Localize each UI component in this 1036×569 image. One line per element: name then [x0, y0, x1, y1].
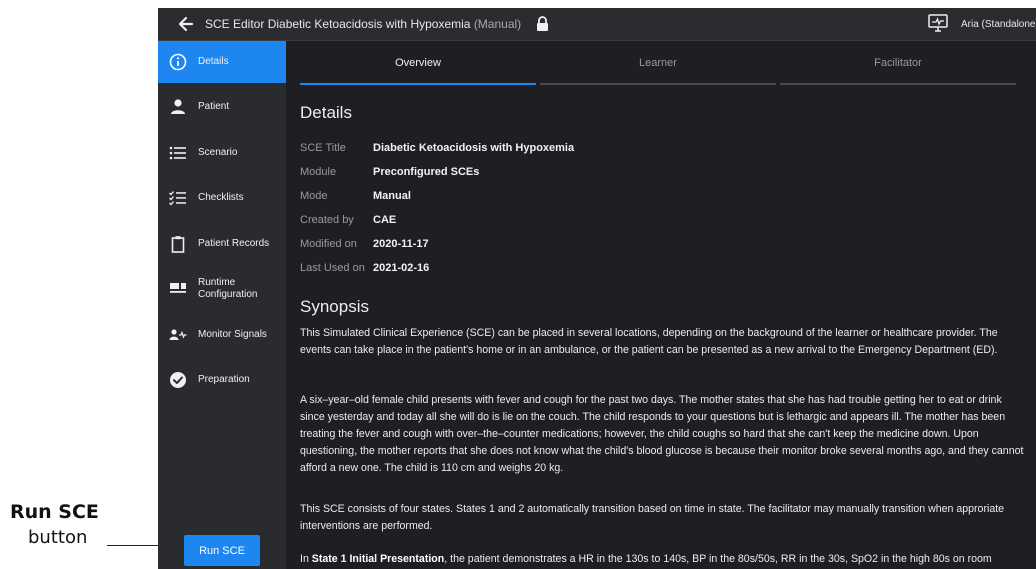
info-icon — [169, 53, 187, 71]
synopsis-heading: Synopsis — [300, 297, 369, 316]
sidebar-item-label: Details — [198, 56, 229, 67]
monitor-icon[interactable] — [928, 14, 948, 32]
details-heading: Details — [300, 103, 352, 122]
tab-underline — [300, 83, 536, 85]
tab-overview[interactable]: Overview — [300, 41, 536, 85]
sidebar-item-label: Runtime Configuration — [198, 277, 258, 300]
tab-label: Facilitator — [874, 57, 922, 69]
sidebar-item-scenario[interactable]: Scenario — [158, 132, 286, 174]
mode-label: (Manual) — [473, 17, 522, 31]
editor-label: SCE Editor — [205, 17, 265, 31]
back-arrow-icon[interactable] — [176, 14, 196, 34]
detail-value: Preconfigured SCEs — [373, 166, 480, 178]
sidebar-item-patient[interactable]: Patient — [158, 86, 286, 128]
detail-key: Created by — [300, 214, 354, 226]
tab-learner[interactable]: Learner — [540, 41, 776, 85]
sidebar-item-checklists[interactable]: Checklists — [158, 177, 286, 219]
sce-title: Diabetic Ketoacidosis with Hypoxemia — [267, 17, 471, 31]
checklist-icon — [169, 191, 186, 206]
detail-row-last-used-on: Last Used on 2021-02-16 — [300, 262, 429, 274]
tab-label: Overview — [395, 57, 441, 69]
detail-value: Diabetic Ketoacidosis with Hypoxemia — [373, 142, 575, 154]
clipboard-icon — [171, 236, 185, 253]
lock-icon — [537, 16, 548, 31]
sidebar: Details Patient Scenario Checklists Pati… — [158, 41, 286, 569]
window-title: SCE Editor Diabetic Ketoacidosis with Hy… — [205, 17, 521, 31]
run-sce-button[interactable]: Run SCE — [184, 535, 260, 566]
sidebar-item-label: Scenario — [198, 147, 238, 158]
sidebar-item-patient-records[interactable]: Patient Records — [158, 223, 286, 265]
tab-underline — [540, 83, 776, 85]
state-intro: In — [300, 553, 312, 565]
user-label[interactable]: Aria (Standalone) — [961, 19, 1036, 30]
detail-row-modified-on: Modified on 2020-11-17 — [300, 238, 429, 250]
synopsis-paragraph: In State 1 Initial Presentation, the pat… — [300, 551, 1026, 568]
person-signal-icon — [169, 329, 187, 340]
sidebar-item-label: Patient Records — [198, 238, 270, 249]
sidebar-item-label: Preparation — [198, 374, 250, 385]
callout-subtitle: button — [28, 527, 88, 548]
tab-label: Learner — [639, 57, 677, 69]
detail-key: Module — [300, 166, 337, 178]
person-icon — [171, 99, 185, 114]
sidebar-item-runtime-configuration[interactable]: Runtime Configuration — [158, 268, 286, 310]
detail-value: Manual — [373, 190, 411, 202]
detail-key: Modified on — [300, 238, 357, 250]
callout-title: Run SCE — [10, 501, 99, 523]
detail-value: 2020-11-17 — [373, 238, 429, 250]
detail-row-title: SCE Title Diabetic Ketoacidosis with Hypo… — [300, 142, 574, 154]
sidebar-item-label: Patient — [198, 101, 230, 112]
main-content: Overview Learner Facilitator Details SCE… — [286, 41, 1036, 569]
sidebar-item-preparation[interactable]: Preparation — [158, 359, 286, 401]
detail-key: Last Used on — [300, 262, 365, 274]
detail-row-created-by: Created by CAE — [300, 214, 396, 226]
detail-value: 2021-02-16 — [373, 262, 430, 274]
detail-key: Mode — [300, 190, 328, 202]
state-description: , the patient demonstrates a HR in the 1… — [444, 553, 992, 565]
sidebar-item-monitor-signals[interactable]: Monitor Signals — [158, 314, 286, 356]
detail-value: CAE — [373, 214, 397, 226]
synopsis-paragraph: This Simulated Clinical Experience (SCE)… — [300, 327, 998, 356]
check-circle-icon — [170, 372, 186, 388]
sidebar-item-label: Monitor Signals — [198, 329, 267, 340]
detail-row-module: Module Preconfigured SCEs — [300, 166, 479, 178]
list-icon — [169, 146, 186, 160]
synopsis-paragraph: This SCE consists of four states. States… — [300, 503, 1005, 532]
sidebar-item-details[interactable]: Details — [158, 41, 286, 83]
app-window: SCE Editor Diabetic Ketoacidosis with Hy… — [158, 8, 1036, 569]
synopsis-paragraph: A six–year–old female child presents wit… — [300, 394, 1024, 474]
detail-key: SCE Title — [300, 142, 346, 154]
state-name: State 1 Initial Presentation — [311, 553, 445, 565]
tab-bar: Overview Learner Facilitator — [300, 41, 1016, 85]
configuration-icon — [170, 283, 186, 293]
detail-row-mode: Mode Manual — [300, 190, 411, 202]
sidebar-item-label: Checklists — [198, 192, 244, 203]
tab-underline — [780, 83, 1016, 85]
top-bar: SCE Editor Diabetic Ketoacidosis with Hy… — [158, 8, 1036, 41]
tab-facilitator[interactable]: Facilitator — [780, 41, 1016, 85]
